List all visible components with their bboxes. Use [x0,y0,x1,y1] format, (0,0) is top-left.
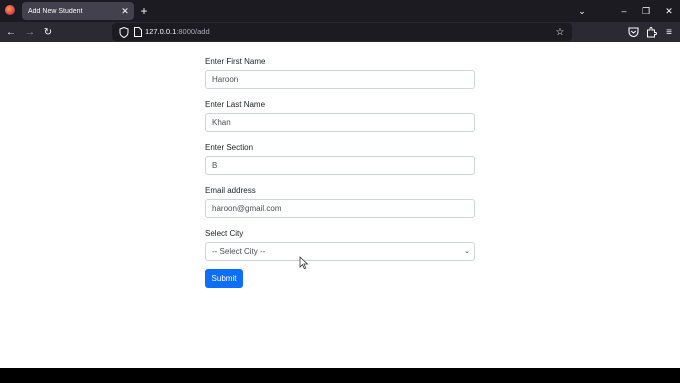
submit-button[interactable]: Submit [205,269,243,288]
forward-button[interactable]: → [22,24,38,40]
url-text[interactable]: 127.0.0.1:8000/add [145,27,210,36]
new-tab-button[interactable]: + [137,4,151,18]
bookmark-star-icon[interactable]: ☆ [554,26,566,38]
first-name-label: Enter First Name [205,57,266,66]
shield-icon[interactable] [118,26,130,38]
first-name-input[interactable]: Haroon [205,70,475,89]
url-host: 127.0.0.1 [145,27,177,36]
list-all-tabs-icon[interactable]: ⌄ [575,4,589,18]
browser-window: Add New Student ✕ + ⌄ – ❐ ✕ ← → ↻ 127.0.… [0,0,680,383]
last-name-input[interactable]: Khan [205,113,475,132]
menu-icon[interactable]: ≡ [661,24,677,40]
bottom-black-bar [0,368,680,383]
reload-button[interactable]: ↻ [40,24,56,40]
back-button[interactable]: ← [3,24,19,40]
city-select[interactable]: -- Select City -- ⌄ [205,242,475,261]
email-input[interactable]: haroon@gmail.com [205,199,475,218]
tab-add-new-student[interactable]: Add New Student ✕ [22,2,134,20]
last-name-label: Enter Last Name [205,100,266,109]
window-close-button[interactable]: ✕ [661,3,677,19]
address-bar[interactable]: 127.0.0.1:8000/add ☆ [112,23,572,41]
city-selected-value: -- Select City -- [212,247,266,256]
email-label: Email address [205,186,256,195]
mouse-cursor-icon [299,256,309,270]
pocket-icon[interactable] [625,24,641,40]
extensions-icon[interactable] [643,24,659,40]
tab-title: Add New Student [28,7,83,15]
tab-strip: Add New Student ✕ + ⌄ – ❐ ✕ [0,0,680,22]
restore-button[interactable]: ❐ [638,3,654,19]
close-icon[interactable]: ✕ [119,5,131,17]
firefox-icon[interactable] [3,3,17,17]
section-label: Enter Section [205,143,254,152]
chevron-down-icon: ⌄ [464,248,470,255]
navigation-toolbar: ← → ↻ 127.0.0.1:8000/add ☆ ≡ [0,22,680,42]
url-path: :8000/add [176,27,210,36]
page-icon[interactable] [133,26,143,38]
section-input[interactable]: B [205,156,475,175]
city-label: Select City [205,229,244,238]
page-viewport: Enter First Name Haroon Enter Last Name … [0,42,680,368]
minimize-button[interactable]: – [616,3,632,19]
